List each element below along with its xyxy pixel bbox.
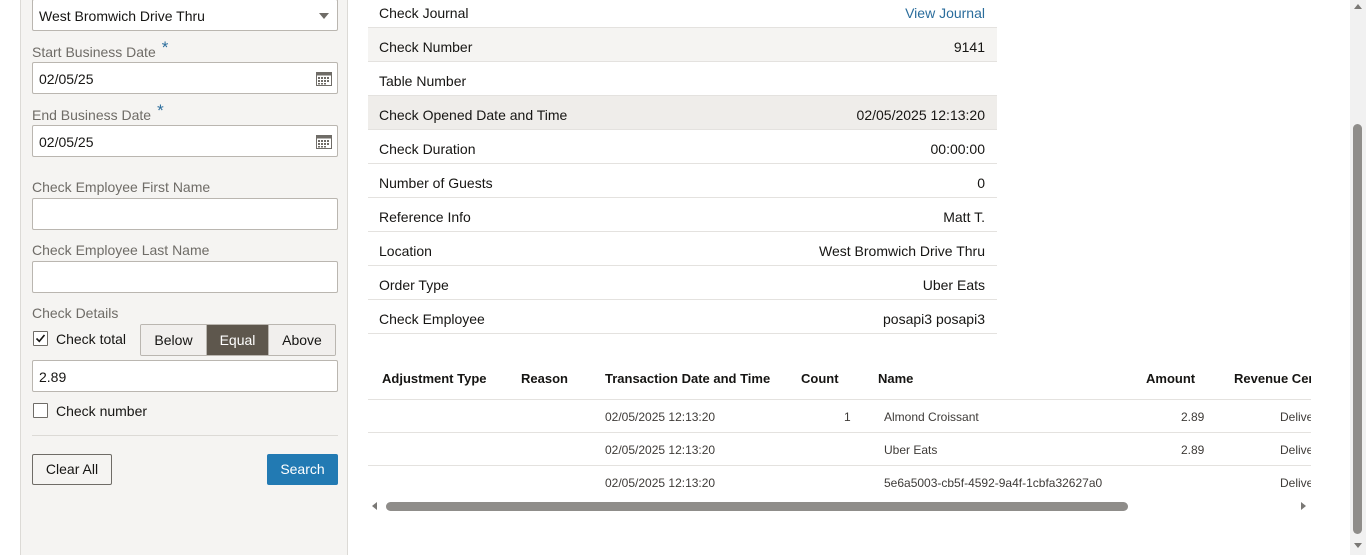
filter-panel: West Bromwich Drive Thru Start Business … [20,0,348,555]
end-date-label: End Business Date * [32,101,164,123]
column-header-revenue-center[interactable]: Revenue Cent [1234,371,1311,386]
check-number-checkbox[interactable] [33,403,48,418]
check-number-label: Check number [56,403,148,419]
end-date-value: 02/05/25 [39,134,94,150]
required-asterisk: * [161,38,169,57]
column-header-count[interactable]: Count [801,371,839,386]
table-horizontal-scrollbar[interactable] [368,498,1311,514]
segment-below[interactable]: Below [141,325,207,355]
transactions-table: Adjustment Type Reason Transaction Date … [368,358,1311,498]
column-header-transaction-date[interactable]: Transaction Date and Time [605,371,770,386]
detail-row-order-type: Order Type Uber Eats [368,266,997,300]
scroll-down-icon[interactable] [1354,543,1362,548]
end-date-field[interactable]: 02/05/25 [32,125,338,157]
detail-row-check-employee: Check Employee posapi3 posapi3 [368,300,997,334]
scroll-left-icon[interactable] [372,502,377,510]
header-divider [368,399,1311,400]
column-header-amount[interactable]: Amount [1146,371,1195,386]
column-header-reason[interactable]: Reason [521,371,568,386]
detail-row-check-duration: Check Duration 00:00:00 [368,130,997,164]
check-total-label: Check total [56,331,127,347]
detail-row-reference-info: Reference Info Matt T. [368,198,997,232]
check-total-input[interactable]: 2.89 [32,360,338,392]
scroll-up-icon[interactable] [1354,4,1362,9]
start-date-value: 02/05/25 [39,71,94,87]
start-date-field[interactable]: 02/05/25 [32,62,338,94]
checkmark-icon [35,334,46,343]
last-name-field[interactable] [32,261,338,293]
scroll-right-icon[interactable] [1301,502,1306,510]
search-button[interactable]: Search [267,454,338,485]
column-header-name[interactable]: Name [878,371,913,386]
segment-above[interactable]: Above [269,325,335,355]
row-divider [368,465,1311,466]
start-date-label: Start Business Date * [32,38,169,60]
compare-segmented-control: Below Equal Above [140,324,336,356]
check-details-list: Check Journal View Journal Check Number … [368,0,997,334]
column-header-adjustment-type[interactable]: Adjustment Type [382,371,487,386]
page-vertical-scrollbar[interactable] [1350,0,1366,555]
last-name-label: Check Employee Last Name [32,242,210,258]
check-details-label: Check Details [32,305,119,321]
segment-equal[interactable]: Equal [207,325,269,355]
location-select[interactable]: West Bromwich Drive Thru [32,0,338,31]
detail-row-check-number: Check Number 9141 [368,28,997,62]
clear-all-button[interactable]: Clear All [32,454,112,485]
scrollbar-thumb[interactable] [1353,124,1362,534]
row-divider [368,432,1311,433]
required-asterisk: * [157,101,164,120]
calendar-icon[interactable] [316,71,332,86]
scrollbar-thumb[interactable] [386,502,1128,511]
detail-row-check-journal: Check Journal View Journal [368,0,997,28]
chevron-down-icon[interactable] [319,13,329,19]
view-journal-link[interactable]: View Journal [905,5,985,21]
detail-row-check-opened: Check Opened Date and Time 02/05/2025 12… [368,96,997,130]
location-select-value: West Bromwich Drive Thru [39,8,205,24]
divider [32,435,338,436]
check-total-checkbox[interactable] [33,331,48,346]
detail-row-table-number: Table Number [368,62,997,96]
calendar-icon[interactable] [316,134,332,149]
detail-row-location: Location West Bromwich Drive Thru [368,232,997,266]
first-name-label: Check Employee First Name [32,179,211,195]
first-name-field[interactable] [32,198,338,230]
detail-row-number-of-guests: Number of Guests 0 [368,164,997,198]
